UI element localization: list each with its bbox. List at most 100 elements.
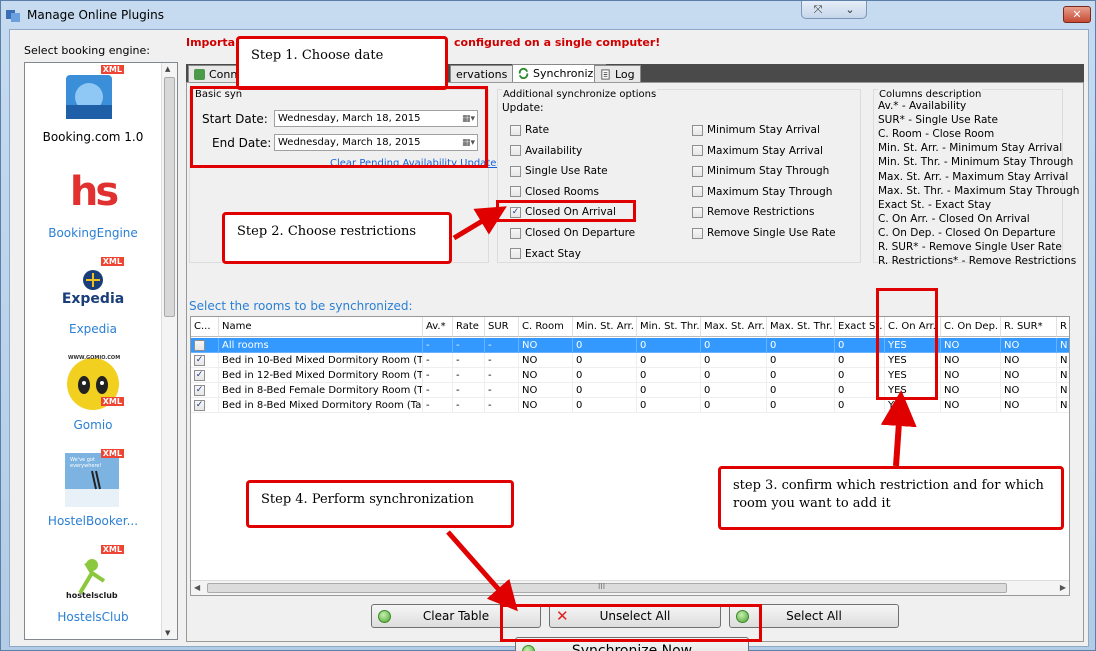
- checkbox[interactable]: [510, 186, 521, 198]
- checkbox[interactable]: [692, 227, 703, 239]
- scroll-right-icon[interactable]: ▶: [1060, 583, 1066, 592]
- option-minimum-stay-through[interactable]: Minimum Stay Through: [692, 165, 829, 177]
- table-row[interactable]: ✓ Bed in 8-Bed Mixed Dormitory Room (Tari…: [191, 398, 1069, 413]
- checkbox[interactable]: [510, 145, 521, 157]
- column-header[interactable]: SUR: [485, 317, 519, 337]
- checkbox[interactable]: [510, 227, 521, 239]
- column-header[interactable]: Name: [219, 317, 423, 337]
- column-header[interactable]: C...: [191, 317, 219, 337]
- checkbox[interactable]: [510, 124, 521, 136]
- row-checkbox-cell[interactable]: ✓: [191, 368, 219, 383]
- scroll-thumb[interactable]: III: [207, 582, 1007, 593]
- title-bar[interactable]: Manage Online Plugins ⤧ ⌄ ✕: [1, 1, 1095, 29]
- column-description-line: Av.* - Availability: [878, 100, 967, 112]
- engine-item-hostelsclub[interactable]: hostelsclub XML HostelsClub: [25, 545, 161, 624]
- column-description-line: C. On Arr. - Closed On Arrival: [878, 212, 1030, 225]
- option-maximum-stay-through[interactable]: Maximum Stay Through: [692, 186, 832, 198]
- option-label: Rate: [525, 124, 550, 136]
- xml-badge: XML: [100, 65, 124, 74]
- column-header[interactable]: Min. St. Thr.: [637, 317, 701, 337]
- checkbox[interactable]: ✓: [194, 354, 205, 366]
- step2-callout: Step 2. Choose restrictions: [222, 212, 452, 264]
- checkbox[interactable]: ✓: [194, 399, 205, 411]
- option-remove-single-use-rate[interactable]: Remove Single Use Rate: [692, 227, 836, 239]
- engine-item-hostelbooker[interactable]: We've got everywhere! XML HostelBooker..…: [25, 449, 161, 528]
- engine-list[interactable]: XML Booking.com 1.0 hs BookingEngine Exp…: [24, 62, 178, 640]
- row-checkbox-cell[interactable]: [191, 338, 219, 353]
- checkbox[interactable]: [194, 339, 205, 351]
- checkbox[interactable]: ✓: [194, 369, 205, 381]
- checkbox[interactable]: [692, 206, 703, 218]
- option-closed-on-departure[interactable]: Closed On Departure: [510, 227, 635, 239]
- grid-horizontal-scrollbar[interactable]: ◀ III ▶: [191, 580, 1069, 595]
- table-cell: 0: [767, 338, 835, 353]
- checkbox[interactable]: [692, 124, 703, 136]
- table-cell: NO: [941, 383, 1001, 398]
- row-checkbox-cell[interactable]: ✓: [191, 383, 219, 398]
- column-header[interactable]: Min. St. Arr.: [573, 317, 637, 337]
- tab-synchronize[interactable]: Synchronize: [512, 64, 607, 82]
- engine-item-bookingengine[interactable]: hs BookingEngine: [25, 161, 161, 240]
- option-maximum-stay-arrival[interactable]: Maximum Stay Arrival: [692, 145, 823, 157]
- checkbox[interactable]: [692, 186, 703, 198]
- rooms-label: Select the rooms to be synchronized:: [189, 299, 413, 313]
- option-minimum-stay-arrival[interactable]: Minimum Stay Arrival: [692, 124, 820, 136]
- option-remove-restrictions[interactable]: Remove Restrictions: [692, 206, 814, 218]
- table-row[interactable]: All rooms - - - NO 0 0 0 0 0 YES NO NO N: [191, 338, 1069, 353]
- column-description-line: R. Restrictions* - Remove Restrictions: [878, 255, 1077, 268]
- table-cell: N: [1057, 383, 1069, 398]
- tab-label: Synchronize: [533, 67, 601, 80]
- restore-icon[interactable]: ⤧: [802, 1, 834, 18]
- close-button[interactable]: ✕: [1063, 6, 1091, 23]
- column-header[interactable]: C. On Dep.: [941, 317, 1001, 337]
- table-row[interactable]: ✓ Bed in 12-Bed Mixed Dormitory Room (Tar…: [191, 368, 1069, 383]
- column-header[interactable]: C. Room: [519, 317, 573, 337]
- table-cell: 0: [573, 338, 637, 353]
- scroll-up-icon[interactable]: ▲: [165, 65, 170, 73]
- table-cell: NO: [941, 338, 1001, 353]
- sync-icon: [518, 68, 529, 79]
- chevron-down-icon[interactable]: ⌄: [834, 1, 866, 18]
- column-header[interactable]: Rate: [453, 317, 485, 337]
- row-checkbox-cell[interactable]: ✓: [191, 353, 219, 368]
- column-header[interactable]: Av.*: [423, 317, 453, 337]
- scroll-left-icon[interactable]: ◀: [194, 583, 200, 592]
- column-header[interactable]: R: [1057, 317, 1069, 337]
- tab-label: ervations: [456, 67, 508, 81]
- column-header[interactable]: Max. St. Thr.: [767, 317, 835, 337]
- option-availability[interactable]: Availability: [510, 145, 582, 157]
- option-single-use-rate[interactable]: Single Use Rate: [510, 165, 608, 177]
- column-header[interactable]: R. SUR*: [1001, 317, 1057, 337]
- tab-log[interactable]: Log: [594, 65, 641, 82]
- column-description-line: Min. St. Arr. - Minimum Stay Arrival: [878, 142, 1063, 155]
- table-cell: -: [453, 353, 485, 368]
- option-rate[interactable]: Rate: [510, 124, 549, 136]
- group-title: Columns description: [878, 89, 983, 100]
- engine-item-booking[interactable]: XML Booking.com 1.0: [25, 65, 161, 144]
- engine-item-gomio[interactable]: WWW.GOMIO.COM XML Gomio: [25, 353, 161, 432]
- checkbox[interactable]: [692, 145, 703, 157]
- engine-list-scrollbar[interactable]: ▲ ▼: [161, 63, 177, 639]
- engine-name: BookingEngine: [48, 226, 138, 240]
- checkbox[interactable]: [510, 165, 521, 177]
- scroll-down-icon[interactable]: ▼: [165, 629, 170, 637]
- checkbox[interactable]: ✓: [194, 384, 205, 396]
- checkbox[interactable]: [510, 248, 521, 260]
- rooms-grid[interactable]: C... Name Av.* Rate SUR C. Room Min. St. Arr. M…: [190, 316, 1070, 596]
- table-cell: YES: [885, 398, 941, 413]
- row-checkbox-cell[interactable]: ✓: [191, 398, 219, 413]
- tab-reservations[interactable]: ervations: [450, 65, 514, 82]
- checkbox[interactable]: [692, 165, 703, 177]
- option-label: Maximum Stay Arrival: [707, 144, 823, 157]
- window-title: Manage Online Plugins: [27, 8, 164, 22]
- table-row[interactable]: ✓ Bed in 10-Bed Mixed Dormitory Room (Tar…: [191, 353, 1069, 368]
- table-row[interactable]: ✓ Bed in 8-Bed Female Dormitory Room (Tar…: [191, 383, 1069, 398]
- table-cell: 0: [701, 383, 767, 398]
- option-exact-stay[interactable]: Exact Stay: [510, 248, 581, 260]
- table-cell: NO: [941, 398, 1001, 413]
- columns-description-group: Columns description Av.* - Availability S…: [873, 89, 1079, 267]
- option-closed-rooms[interactable]: Closed Rooms: [510, 186, 599, 198]
- engine-item-expedia[interactable]: Expedia XML Expedia: [25, 257, 161, 336]
- column-header[interactable]: Max. St. Arr.: [701, 317, 767, 337]
- scroll-thumb[interactable]: [164, 77, 175, 317]
